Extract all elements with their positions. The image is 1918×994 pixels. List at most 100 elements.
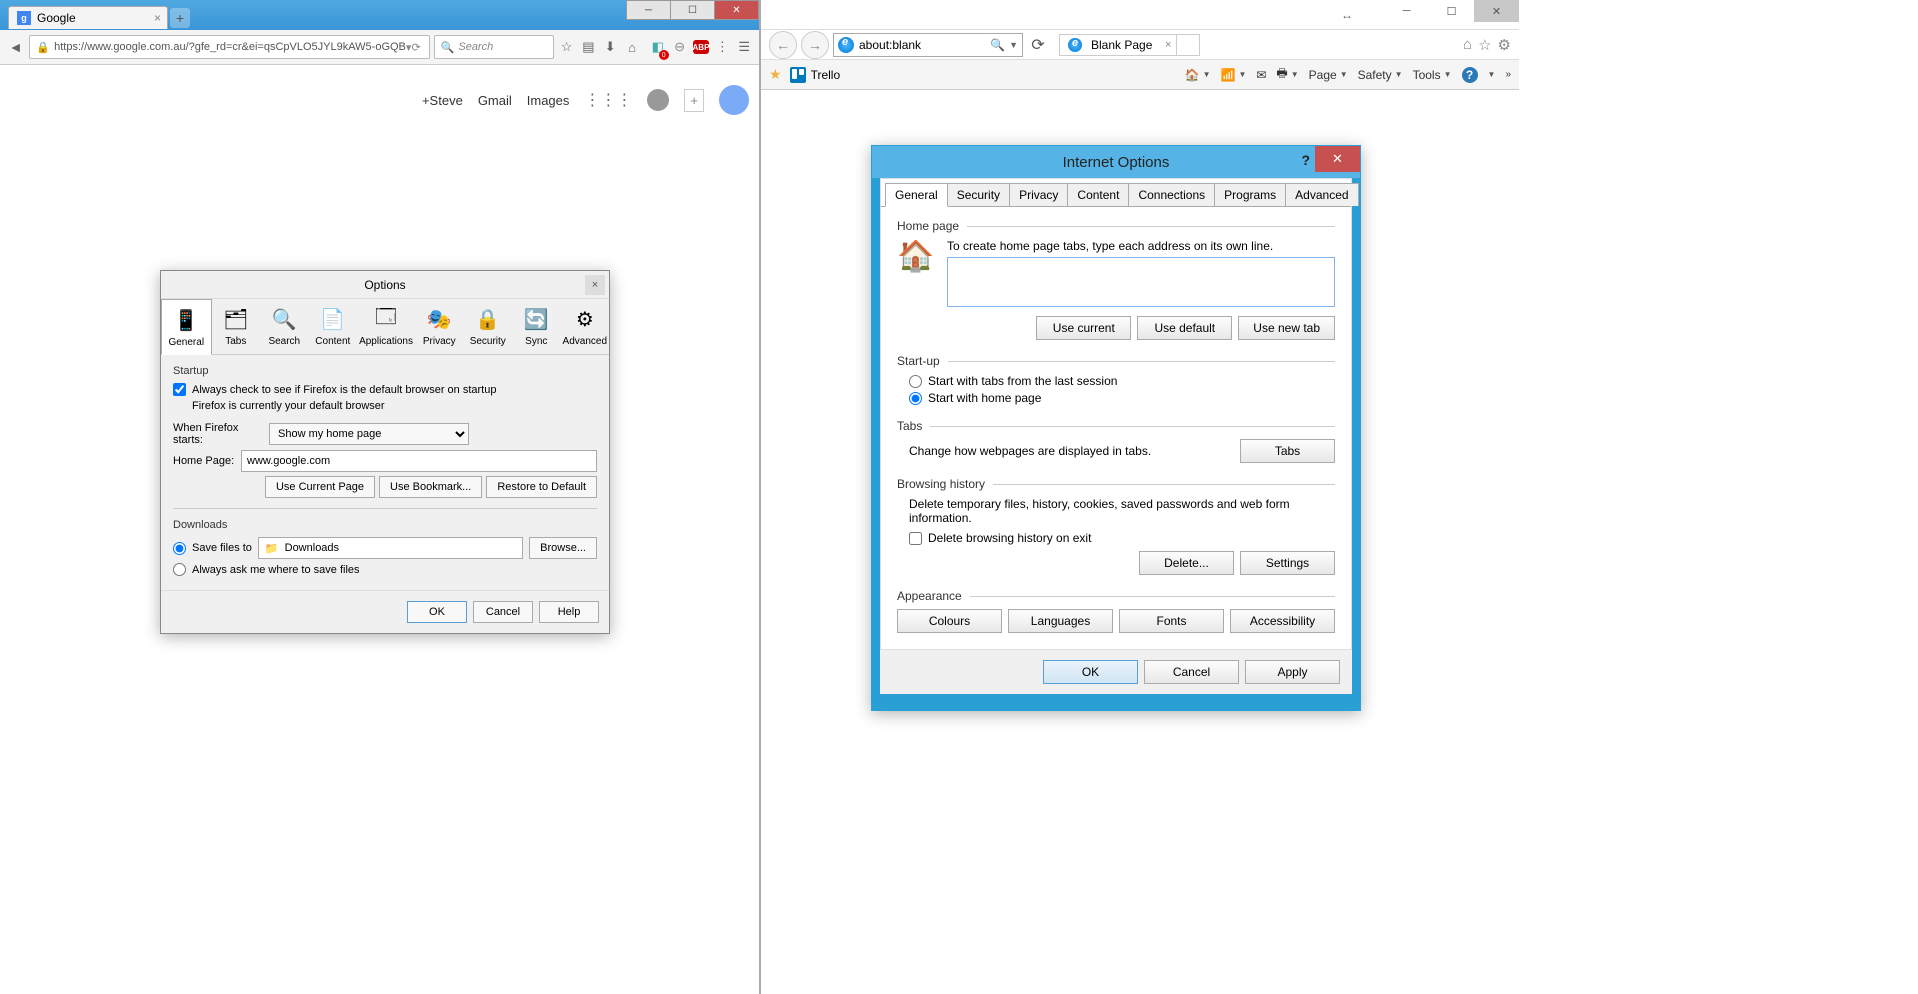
more-icon[interactable]: ⋮: [713, 36, 731, 58]
add-favorite-icon[interactable]: ★: [769, 66, 782, 83]
mail-icon[interactable]: ✉: [1256, 68, 1266, 82]
close-button[interactable]: ✕: [1315, 146, 1360, 172]
use-default-button[interactable]: Use default: [1137, 316, 1232, 340]
settings-button[interactable]: Settings: [1240, 551, 1335, 575]
use-current-page-button[interactable]: Use Current Page: [265, 476, 375, 498]
colours-button[interactable]: Colours: [897, 609, 1002, 633]
use-bookmark-button[interactable]: Use Bookmark...: [379, 476, 482, 498]
share-icon[interactable]: +: [684, 89, 704, 112]
tab-tabs[interactable]: 🗂Tabs: [212, 299, 261, 354]
close-button[interactable]: ✕: [714, 0, 759, 20]
tab-security[interactable]: Security: [947, 183, 1010, 206]
delete-on-exit-checkbox[interactable]: [909, 532, 922, 545]
minimize-button[interactable]: ─: [1384, 0, 1429, 22]
apply-button[interactable]: Apply: [1245, 660, 1340, 684]
print-dropdown[interactable]: 🖶▼: [1276, 64, 1298, 85]
back-button[interactable]: ◄: [6, 35, 25, 59]
images-link[interactable]: Images: [527, 93, 570, 108]
close-button[interactable]: ×: [585, 275, 605, 295]
feeds-dropdown[interactable]: 📶▼: [1220, 68, 1246, 82]
tab-content[interactable]: Content: [1067, 183, 1129, 206]
gmail-link[interactable]: Gmail: [478, 93, 512, 108]
browse-button[interactable]: Browse...: [529, 537, 597, 559]
abp-icon[interactable]: ABP: [693, 40, 710, 54]
tab-advanced[interactable]: ⚙Advanced: [561, 299, 610, 354]
home-icon[interactable]: ⌂: [1463, 36, 1472, 54]
tabs-button[interactable]: Tabs: [1240, 439, 1335, 463]
always-check-checkbox[interactable]: [173, 383, 186, 396]
maximize-button[interactable]: ☐: [670, 0, 715, 20]
close-button[interactable]: ✕: [1474, 0, 1519, 22]
ie-tab[interactable]: Blank Page ×: [1059, 34, 1177, 56]
google-user-link[interactable]: +Steve: [422, 93, 463, 108]
bookmark-star-icon[interactable]: ☆: [558, 36, 576, 58]
help-button[interactable]: ?: [1301, 152, 1310, 168]
home-dropdown[interactable]: 🏠▼: [1185, 68, 1211, 82]
restore-default-button[interactable]: Restore to Default: [486, 476, 597, 498]
extension-icon[interactable]: ⊖: [671, 36, 689, 58]
favorite-trello[interactable]: Trello: [790, 67, 841, 83]
help-button[interactable]: Help: [539, 601, 599, 623]
always-ask-radio[interactable]: [173, 563, 186, 576]
search-icon[interactable]: 🔍: [990, 38, 1005, 52]
dropdown-icon[interactable]: ▼: [1009, 40, 1018, 50]
new-tab-button[interactable]: [1176, 34, 1200, 56]
minimize-button[interactable]: ─: [626, 0, 671, 20]
home-icon[interactable]: ⌂: [623, 36, 641, 58]
fonts-button[interactable]: Fonts: [1119, 609, 1224, 633]
when-starts-select[interactable]: Show my home page: [269, 423, 469, 445]
bookmarks-list-icon[interactable]: ▤: [579, 36, 597, 58]
start-last-session-radio[interactable]: [909, 375, 922, 388]
save-files-to-radio[interactable]: [173, 542, 186, 555]
start-home-page-radio[interactable]: [909, 392, 922, 405]
new-tab-button[interactable]: +: [170, 8, 190, 28]
favorites-icon[interactable]: ☆: [1478, 36, 1491, 54]
languages-button[interactable]: Languages: [1008, 609, 1113, 633]
help-icon[interactable]: ?: [1462, 67, 1478, 83]
forward-button[interactable]: →: [801, 31, 829, 59]
gear-icon[interactable]: ⚙: [1498, 36, 1511, 54]
page-menu[interactable]: Page▼: [1309, 68, 1348, 82]
ok-button[interactable]: OK: [1043, 660, 1138, 684]
notifications-icon[interactable]: [647, 89, 669, 111]
back-button[interactable]: ←: [769, 31, 797, 59]
tab-advanced[interactable]: Advanced: [1285, 183, 1358, 206]
tab-security[interactable]: 🔒Security: [464, 299, 513, 354]
firefox-tab[interactable]: g Google ×: [8, 6, 168, 29]
tab-general[interactable]: General: [885, 183, 948, 207]
safety-menu[interactable]: Safety▼: [1358, 68, 1403, 82]
close-icon[interactable]: ×: [1165, 39, 1171, 51]
tab-general[interactable]: 📱General: [161, 299, 212, 355]
tab-search[interactable]: 🔍Search: [260, 299, 309, 354]
ok-button[interactable]: OK: [407, 601, 467, 623]
cancel-button[interactable]: Cancel: [1144, 660, 1239, 684]
tab-privacy[interactable]: 🎭Privacy: [415, 299, 464, 354]
tab-privacy[interactable]: Privacy: [1009, 183, 1068, 206]
tab-connections[interactable]: Connections: [1128, 183, 1215, 206]
overflow-icon[interactable]: »: [1505, 69, 1511, 80]
tab-applications[interactable]: 🗔Applications: [357, 299, 415, 354]
close-icon[interactable]: ×: [154, 11, 161, 25]
refresh-button[interactable]: ⟳: [1027, 34, 1049, 56]
reload-icon[interactable]: ⟳: [411, 41, 420, 54]
tab-programs[interactable]: Programs: [1214, 183, 1286, 206]
tools-menu[interactable]: Tools▼: [1413, 68, 1452, 82]
help-dropdown-icon[interactable]: ▼: [1488, 70, 1496, 79]
apps-grid-icon[interactable]: ⋮⋮⋮: [584, 90, 632, 110]
use-current-button[interactable]: Use current: [1036, 316, 1131, 340]
tab-content[interactable]: 📄Content: [309, 299, 358, 354]
avatar-icon[interactable]: [719, 85, 749, 115]
menu-icon[interactable]: ☰: [735, 36, 753, 58]
search-bar[interactable]: 🔍 Search: [434, 35, 554, 59]
url-bar[interactable]: about:blank 🔍 ▼: [833, 33, 1023, 57]
use-new-tab-button[interactable]: Use new tab: [1238, 316, 1335, 340]
extension-icon[interactable]: ◧0: [649, 36, 667, 58]
home-page-textarea[interactable]: [947, 257, 1335, 307]
cancel-button[interactable]: Cancel: [473, 601, 533, 623]
delete-button[interactable]: Delete...: [1139, 551, 1234, 575]
home-page-input[interactable]: [241, 450, 597, 472]
tab-sync[interactable]: 🔄Sync: [512, 299, 561, 354]
maximize-button[interactable]: ☐: [1429, 0, 1474, 22]
accessibility-button[interactable]: Accessibility: [1230, 609, 1335, 633]
downloads-icon[interactable]: ⬇: [601, 36, 619, 58]
